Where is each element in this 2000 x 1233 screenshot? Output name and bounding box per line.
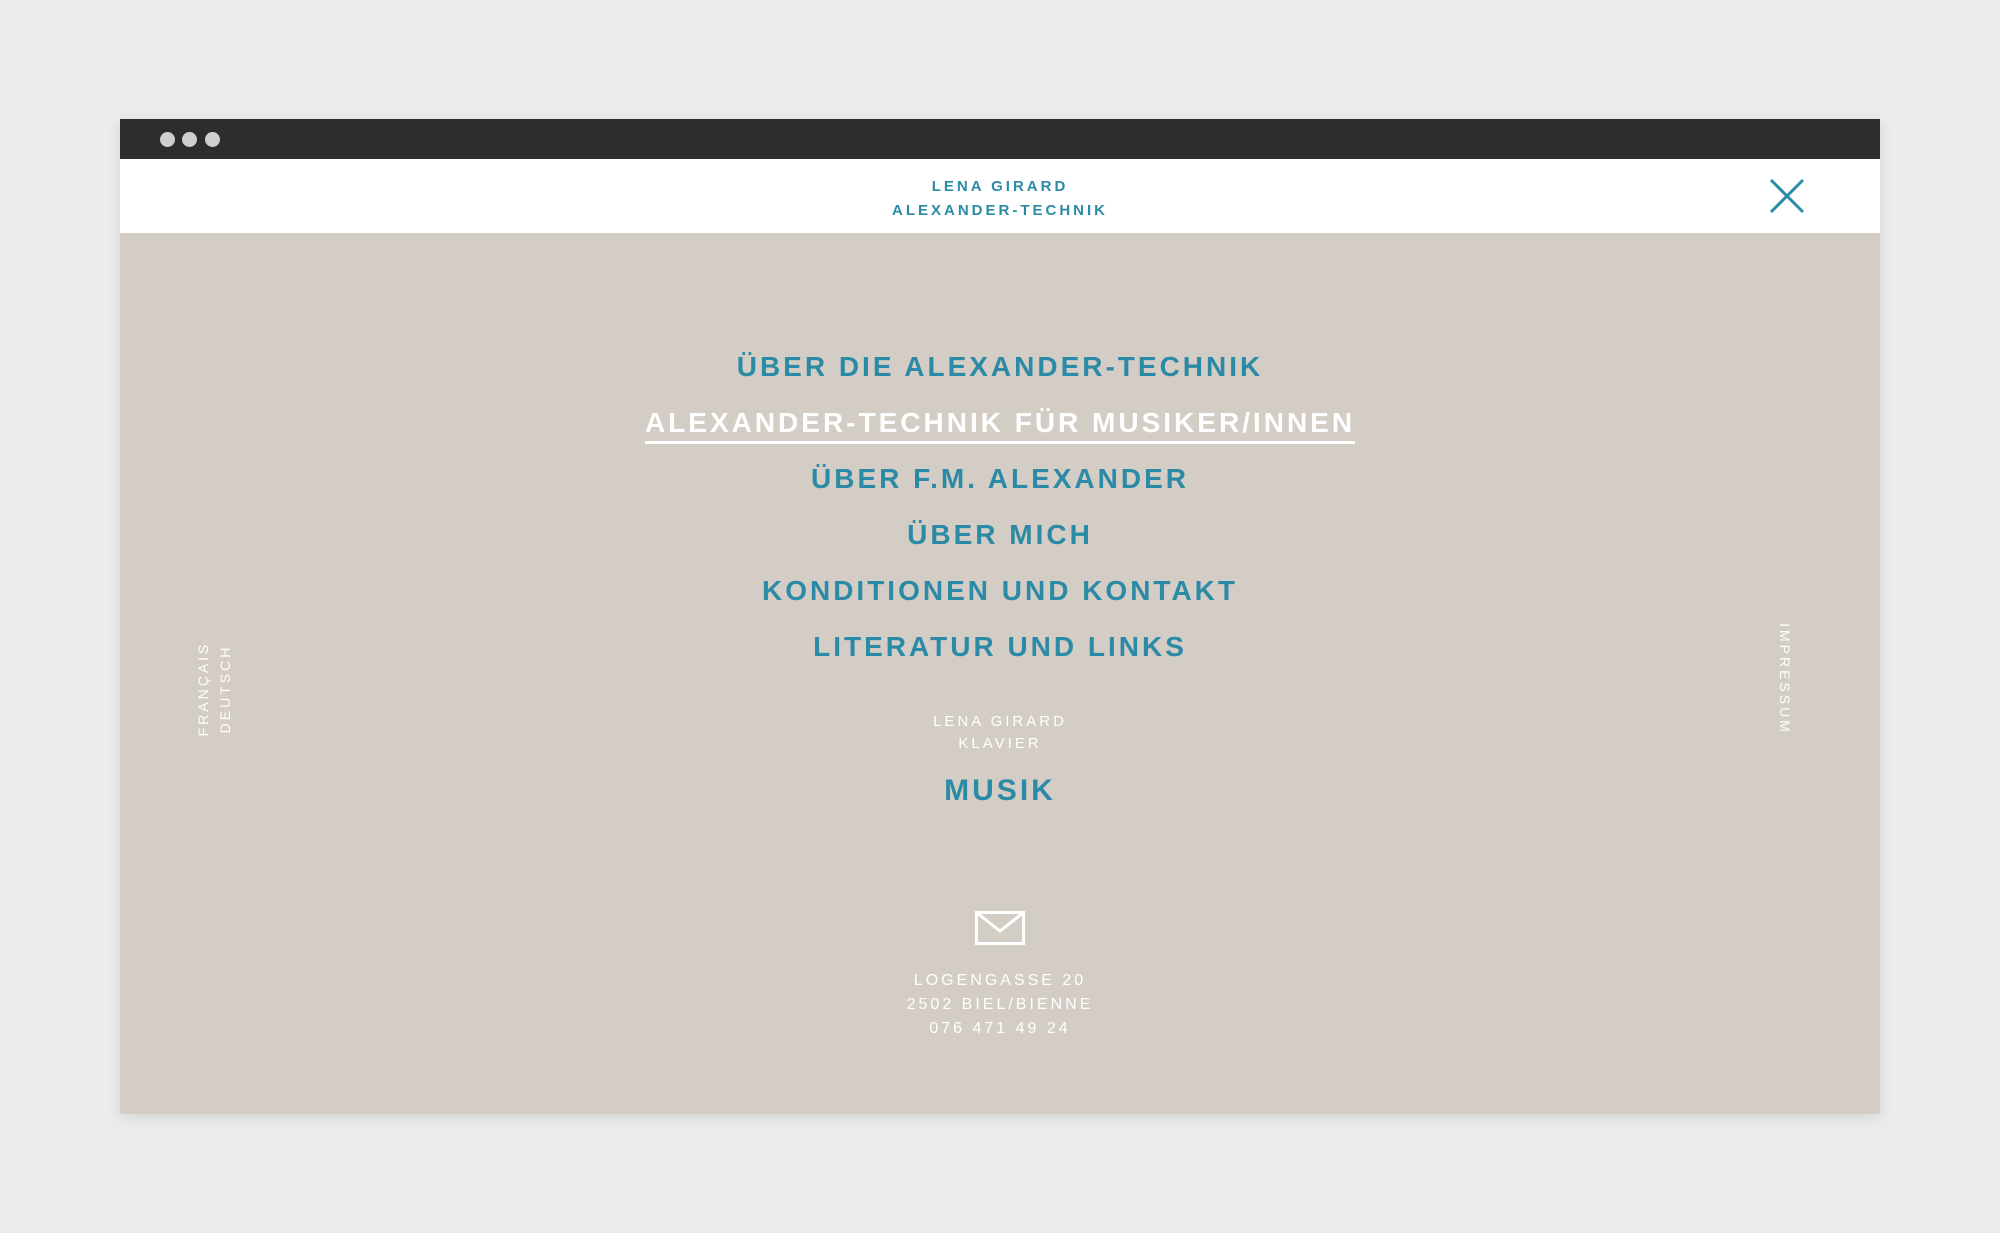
impressum-link[interactable]: IMPRESSUM	[1770, 589, 1800, 769]
language-switcher: FRANÇAIS DEUTSCH	[192, 614, 238, 764]
close-menu-button[interactable]	[1768, 177, 1806, 215]
close-icon	[1769, 178, 1805, 214]
site-logo[interactable]: LENA GIRARD ALEXANDER-TECHNIK	[120, 175, 1880, 223]
address-city: 2502 BIEL/BIENNE	[906, 996, 1094, 1013]
phone-number[interactable]: 076 471 49 24	[120, 1017, 1880, 1041]
mail-icon	[975, 911, 1025, 945]
musik-link[interactable]: MUSIK	[944, 774, 1056, 807]
nav-item-ueber-alexander-technik[interactable]: ÜBER DIE ALEXANDER-TECHNIK	[120, 339, 1880, 395]
secondary-site-label: LENA GIRARD KLAVIER	[120, 711, 1880, 755]
mail-button[interactable]	[975, 911, 1025, 945]
language-switcher-text: FRANÇAIS DEUTSCH	[192, 614, 238, 764]
main-navigation: ÜBER DIE ALEXANDER-TECHNIK ALEXANDER-TEC…	[120, 339, 1880, 675]
window-dot-minimize[interactable]	[182, 132, 197, 147]
nav-item-label: ÜBER MICH	[907, 519, 1093, 550]
browser-window: LENA GIRARD ALEXANDER-TECHNIK ÜBER DIE A…	[120, 119, 1880, 1114]
nav-item-label: LITERATUR UND LINKS	[813, 631, 1187, 662]
site-header: LENA GIRARD ALEXANDER-TECHNIK	[120, 159, 1880, 233]
nav-item-ueber-mich[interactable]: ÜBER MICH	[120, 507, 1880, 563]
nav-item-label: ÜBER F.M. ALEXANDER	[811, 463, 1189, 494]
secondary-name: LENA GIRARD	[933, 713, 1067, 730]
address-street: LOGENGASSE 20	[913, 972, 1087, 989]
contact-address: LOGENGASSE 20 2502 BIEL/BIENNE 076 471 4…	[120, 969, 1880, 1041]
nav-item-label: KONDITIONEN UND KONTAKT	[761, 575, 1238, 606]
lang-deutsch-link[interactable]: DEUTSCH	[214, 614, 236, 764]
window-dot-close[interactable]	[160, 132, 175, 147]
musik-block: MUSIK	[120, 771, 1880, 811]
secondary-subtitle: KLAVIER	[958, 735, 1042, 752]
nav-item-label-active: ALEXANDER-TECHNIK FÜR MUSIKER/INNEN	[644, 406, 1356, 444]
window-dot-maximize[interactable]	[205, 132, 220, 147]
nav-item-konditionen-kontakt[interactable]: KONDITIONEN UND KONTAKT	[120, 563, 1880, 619]
lang-francais-link[interactable]: FRANÇAIS	[192, 614, 214, 764]
impressum-container: IMPRESSUM	[1770, 589, 1800, 769]
nav-item-musiker-innen[interactable]: ALEXANDER-TECHNIK FÜR MUSIKER/INNEN	[120, 395, 1880, 451]
nav-item-label: ÜBER DIE ALEXANDER-TECHNIK	[736, 351, 1264, 382]
brand-subtitle: ALEXANDER-TECHNIK	[892, 202, 1108, 219]
nav-item-ueber-fm-alexander[interactable]: ÜBER F.M. ALEXANDER	[120, 451, 1880, 507]
brand-name: LENA GIRARD	[931, 178, 1069, 195]
window-titlebar	[120, 119, 1880, 159]
nav-item-literatur-links[interactable]: LITERATUR UND LINKS	[120, 619, 1880, 675]
